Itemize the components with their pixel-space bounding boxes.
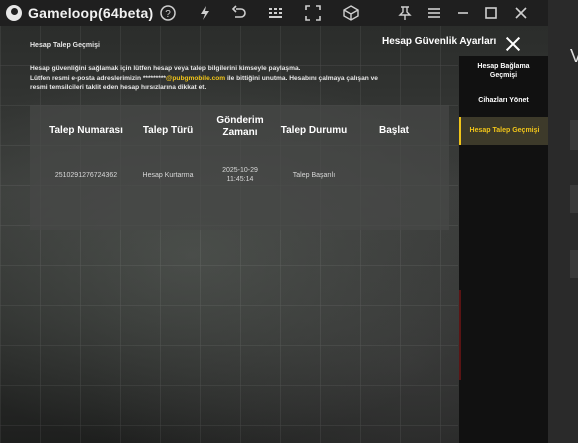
- maximize-icon[interactable]: [482, 4, 500, 22]
- back-icon[interactable]: [230, 4, 248, 22]
- column-header-request-type: Talep Türü: [142, 125, 194, 136]
- side-window-strip: V: [548, 0, 578, 443]
- notice-line-1: Hesap güvenliğini sağlamak için lütfen h…: [30, 65, 301, 72]
- sidebar-item-binding-history[interactable]: Hesap Bağlama Geçmişi: [459, 62, 548, 80]
- close-icon[interactable]: [512, 4, 530, 22]
- panel-heading: Hesap Talep Geçmişi: [30, 42, 100, 49]
- sidebar-item-request-history[interactable]: Hesap Talep Geçmişi: [459, 117, 548, 145]
- table-row-request-no: 2510291276724362: [54, 172, 118, 179]
- table-row-status: Talep Başarılı: [292, 172, 336, 179]
- cube-icon[interactable]: [342, 4, 360, 22]
- column-header-sent-time: Gönderim Zamanı: [216, 115, 264, 138]
- side-window-label: V: [570, 46, 578, 66]
- side-window-block: [570, 250, 578, 278]
- column-header-request-no: Talep Numarası: [49, 125, 123, 136]
- pin-icon[interactable]: [396, 4, 414, 22]
- app-title: Gameloop(64beta): [28, 5, 154, 21]
- settings-sidebar: Hesap Bağlama Geçmişi Cihazları Yönet He…: [459, 56, 548, 443]
- panel-close-icon[interactable]: [505, 36, 521, 52]
- notice-line-2: Lütfen resmi e-posta adreslerimizin ****…: [30, 74, 378, 82]
- column-header-start: Başlat: [378, 125, 409, 136]
- sidebar-item-manage-devices[interactable]: Cihazları Yönet: [459, 96, 548, 105]
- keyboard-icon[interactable]: [267, 4, 285, 22]
- svg-text:?: ?: [165, 9, 171, 20]
- notice-line-3: resmi temsilcileri taklit eden hesap hır…: [30, 84, 207, 91]
- side-window-block: [570, 185, 578, 213]
- menu-icon[interactable]: [425, 4, 443, 22]
- fullscreen-icon[interactable]: [304, 4, 322, 22]
- section-title: Hesap Güvenlik Ayarları: [382, 36, 497, 47]
- boost-icon[interactable]: [196, 4, 214, 22]
- gameloop-logo-icon: [6, 5, 22, 21]
- side-window-block: [570, 120, 578, 150]
- minimize-icon[interactable]: [454, 4, 472, 22]
- request-history-table: Talep Numarası Talep Türü Gönderim Zaman…: [30, 105, 449, 230]
- official-email-domain: @pubgmobile.com: [165, 74, 226, 82]
- table-row-request-type: Hesap Kurtarma: [142, 172, 194, 179]
- security-notice: Hesap güvenliğini sağlamak için lütfen h…: [30, 64, 450, 93]
- help-icon[interactable]: ?: [159, 4, 177, 22]
- column-header-status: Talep Durumu: [280, 125, 348, 136]
- table-row-sent-time: 2025-10-29 11:45:14: [222, 167, 258, 183]
- decorative-divider: [459, 290, 461, 380]
